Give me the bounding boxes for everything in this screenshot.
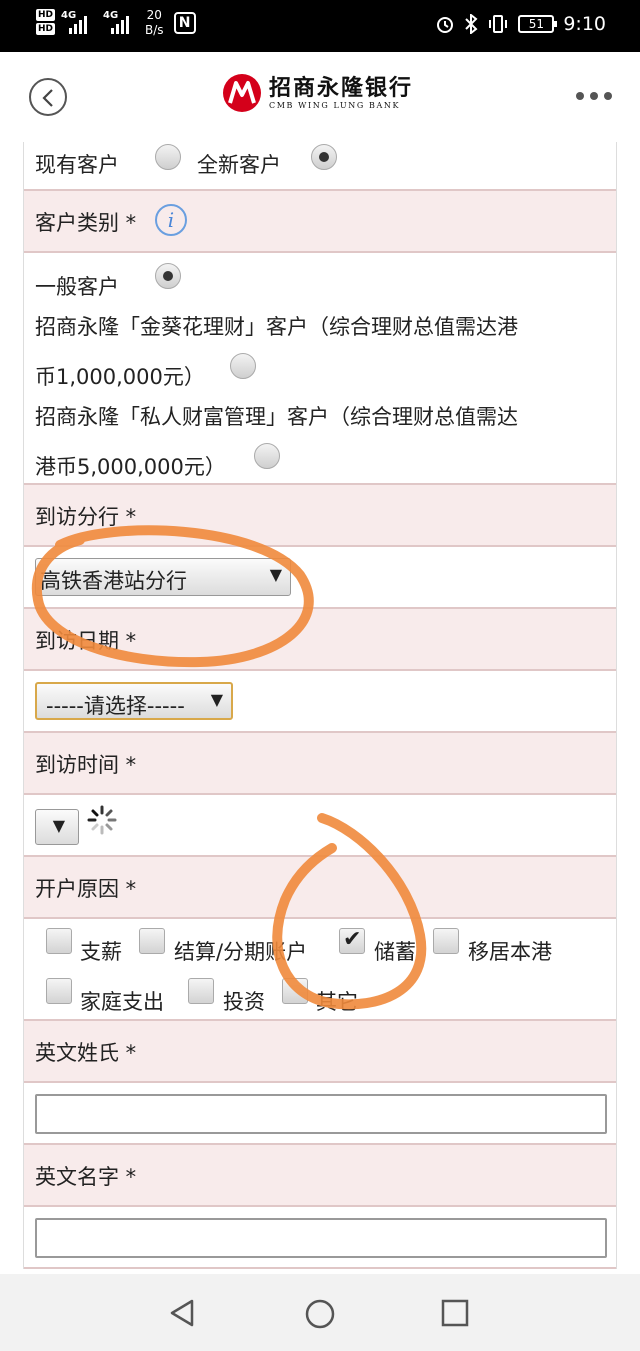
reason-investment-checkbox[interactable] — [188, 978, 214, 1004]
battery-icon: 51 — [518, 15, 558, 33]
nfc-icon: N — [173, 12, 196, 34]
time-label-row: 到访时间 * — [24, 733, 616, 795]
dropdown-arrow-icon: ▼ — [210, 690, 223, 709]
existing-customer-label: 现有客户 — [35, 153, 119, 177]
branch-label: 到访分行 * — [35, 505, 137, 529]
surname-field-row — [24, 1083, 616, 1145]
dropdown-arrow-icon: ▼ — [52, 816, 65, 835]
reason-family-label: 家庭支出 — [80, 990, 164, 1014]
reason-options: 支薪 结算/分期账户 储蓄 移居本港 家庭支出 投资 其它 — [24, 919, 616, 1021]
account-opening-form: 现有客户 全新客户 客户类别 * i 一般客户 招商永隆「金葵花理财」客户（综合… — [23, 142, 617, 1269]
bluetooth-icon — [465, 14, 478, 34]
more-button[interactable] — [576, 92, 612, 100]
network-speed-value: 20 — [146, 8, 162, 22]
reason-savings-checkbox[interactable] — [339, 927, 365, 954]
bank-name-en: CMB WING LUNG BANK — [269, 101, 401, 110]
loading-spinner-icon — [87, 805, 117, 835]
given-name-label: 英文名字 * — [35, 1165, 137, 1189]
new-customer-radio[interactable] — [311, 144, 337, 170]
branch-label-row: 到访分行 * — [24, 485, 616, 547]
given-name-label-row: 英文名字 * — [24, 1145, 616, 1207]
type-sunflower-label-line2: 币1,000,000元） — [35, 365, 205, 389]
reason-family-checkbox[interactable] — [46, 978, 72, 1004]
signal-1-icon: 4G — [61, 8, 97, 38]
system-navigation-bar — [0, 1274, 640, 1351]
surname-label-row: 英文姓氏 * — [24, 1021, 616, 1083]
reason-relocate-label: 移居本港 — [468, 940, 552, 964]
date-label: 到访日期 * — [35, 629, 137, 653]
vibrate-icon — [489, 15, 508, 33]
nav-recent-apps-icon[interactable] — [441, 1299, 469, 1327]
type-general-label: 一般客户 — [35, 275, 119, 299]
chevron-left-icon — [42, 89, 53, 107]
type-private-radio[interactable] — [254, 443, 280, 469]
time-label: 到访时间 * — [35, 753, 137, 777]
clock: 9:10 — [563, 13, 606, 35]
given-name-input[interactable] — [35, 1218, 607, 1258]
type-private-label-line2: 港币5,000,000元） — [35, 455, 226, 479]
network-speed: 20 B/s — [145, 8, 164, 38]
info-icon[interactable]: i — [155, 204, 187, 236]
reason-label-row: 开户原因 * — [24, 857, 616, 919]
branch-select[interactable]: 高铁香港站分行 ▼ — [35, 558, 291, 596]
surname-label: 英文姓氏 * — [35, 1041, 137, 1065]
time-select[interactable]: ▼ — [35, 809, 79, 845]
reason-other-checkbox[interactable] — [282, 978, 308, 1004]
customer-status-row: 现有客户 全新客户 — [24, 142, 616, 191]
reason-savings-label: 储蓄 — [374, 940, 416, 964]
hd-badge-2: HD — [36, 23, 56, 35]
reason-relocate-checkbox[interactable] — [433, 928, 459, 954]
date-select-value: -----请选择----- — [46, 694, 185, 718]
status-left: HD HD 4G 4G 20 B/s N — [36, 8, 196, 38]
reason-salary-label: 支薪 — [80, 940, 122, 964]
type-sunflower-radio[interactable] — [230, 353, 256, 379]
reason-settlement-checkbox[interactable] — [139, 928, 165, 954]
type-private-label-line1: 招商永隆「私人财富管理」客户（综合理财总值需达 — [35, 405, 518, 429]
status-bar: HD HD 4G 4G 20 B/s N 51 9:10 — [0, 0, 640, 52]
hd-voice-icon: HD HD — [36, 9, 56, 37]
date-field-row: -----请选择----- ▼ — [24, 671, 616, 733]
existing-customer-radio[interactable] — [155, 144, 181, 170]
customer-type-label-row: 客户类别 * i — [24, 191, 616, 253]
app-header: 招商永隆银行 CMB WING LUNG BANK — [0, 52, 640, 142]
nav-home-icon[interactable] — [304, 1298, 336, 1330]
reason-salary-checkbox[interactable] — [46, 928, 72, 954]
reason-settlement-label: 结算/分期账户 — [174, 940, 308, 964]
alarm-icon — [437, 17, 454, 33]
hd-badge-1: HD — [36, 9, 56, 21]
more-dot-icon — [590, 92, 598, 100]
cmb-logo-icon — [223, 74, 261, 112]
surname-input[interactable] — [35, 1094, 607, 1134]
signal-2-icon: 4G — [103, 8, 139, 38]
network-speed-unit: B/s — [145, 23, 164, 37]
time-field-row: ▼ — [24, 795, 616, 857]
customer-type-options: 一般客户 招商永隆「金葵花理财」客户（综合理财总值需达港 币1,000,000元… — [24, 253, 616, 485]
nav-back-icon[interactable] — [168, 1298, 196, 1328]
reason-investment-label: 投资 — [223, 990, 265, 1014]
date-select[interactable]: -----请选择----- ▼ — [35, 682, 233, 720]
back-button[interactable] — [29, 78, 67, 116]
more-dot-icon — [604, 92, 612, 100]
bank-logo: 招商永隆银行 CMB WING LUNG BANK — [223, 74, 413, 112]
customer-type-label: 客户类别 * — [35, 211, 137, 235]
more-dot-icon — [576, 92, 584, 100]
reason-other-label: 其它 — [316, 990, 358, 1014]
bank-name-cn: 招商永隆银行 — [269, 75, 414, 101]
branch-field-row: 高铁香港站分行 ▼ — [24, 547, 616, 609]
status-right: 51 9:10 — [435, 13, 606, 35]
type-sunflower-label-line1: 招商永隆「金葵花理财」客户（综合理财总值需达港 — [35, 315, 518, 339]
date-label-row: 到访日期 * — [24, 609, 616, 671]
dropdown-arrow-icon: ▼ — [269, 565, 282, 584]
type-general-radio[interactable] — [155, 263, 181, 289]
reason-label: 开户原因 * — [35, 877, 137, 901]
given-name-field-row — [24, 1207, 616, 1269]
branch-select-value: 高铁香港站分行 — [40, 569, 187, 593]
new-customer-label: 全新客户 — [197, 153, 281, 177]
